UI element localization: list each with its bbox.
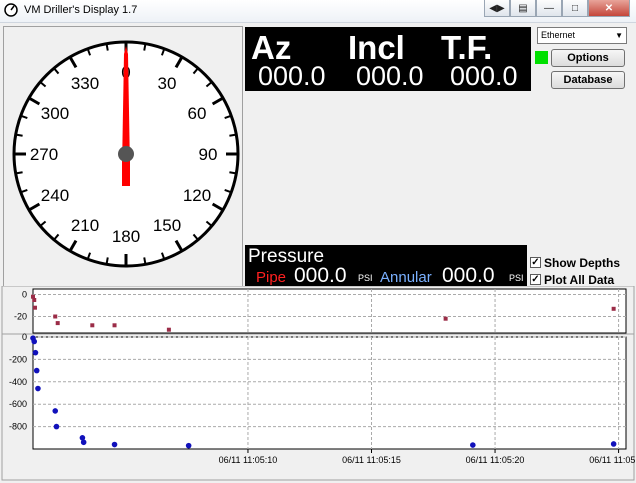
minimize-button[interactable]: — bbox=[536, 0, 562, 17]
depth-point bbox=[53, 314, 58, 319]
plot-all-data-checkbox[interactable]: ✓ Plot All Data bbox=[530, 273, 636, 287]
connection-status-indicator bbox=[535, 51, 548, 64]
pressure-point bbox=[53, 423, 60, 430]
pressure-point bbox=[33, 367, 40, 374]
plot-area bbox=[32, 336, 627, 450]
depth-point bbox=[112, 323, 117, 328]
annular-unit: PSI bbox=[509, 273, 524, 283]
depth-point bbox=[166, 327, 171, 332]
time-series-charts: 0-200-200-400-600-80006/11 11:05:10 06/11… bbox=[1, 286, 636, 481]
pressure-point bbox=[80, 439, 87, 446]
gauge-label: 90 bbox=[199, 145, 218, 164]
gauge-label: 30 bbox=[158, 74, 177, 93]
pressure-point bbox=[111, 441, 118, 448]
gauge-tick bbox=[16, 133, 23, 137]
gauge-tick bbox=[229, 171, 236, 175]
y-tick-label: -400 bbox=[9, 377, 27, 387]
az-value: 000.0 bbox=[258, 61, 326, 91]
y-tick-label: -200 bbox=[9, 354, 27, 364]
pressure-point bbox=[32, 349, 39, 356]
gauge-label: 300 bbox=[41, 104, 69, 123]
show-depths-checkbox[interactable]: ✓ Show Depths bbox=[530, 256, 636, 270]
toolface-gauge: 0306090120150180210240270300330 bbox=[12, 40, 240, 268]
gauge-tick bbox=[229, 133, 236, 137]
plot-area bbox=[32, 288, 627, 334]
database-button[interactable]: Database bbox=[551, 71, 625, 89]
depth-point bbox=[611, 306, 616, 311]
plot-all-data-label: Plot All Data bbox=[544, 273, 615, 287]
gauge-label: 120 bbox=[183, 186, 211, 205]
depth-point bbox=[55, 321, 60, 326]
annular-value: 000.0 bbox=[442, 264, 495, 287]
x-tick-label: 06/11 11:05:15 bbox=[342, 455, 401, 465]
options-button[interactable]: Options bbox=[551, 49, 625, 67]
annular-label: Annular bbox=[380, 269, 432, 286]
orientation-readout: Az Incl T.F. 000.0 000.0 000.0 bbox=[245, 27, 531, 91]
gauge-label: 150 bbox=[153, 216, 181, 235]
gauge-tick bbox=[105, 257, 109, 264]
pressure-point bbox=[52, 408, 59, 414]
close-button[interactable]: ✕ bbox=[588, 0, 630, 17]
gauge-label: 210 bbox=[71, 216, 99, 235]
y-tick-label: -600 bbox=[9, 399, 27, 409]
depth-point bbox=[90, 323, 95, 328]
pipe-label: Pipe bbox=[256, 269, 287, 286]
pressure-point bbox=[185, 442, 192, 449]
y-tick-label: -20 bbox=[14, 312, 27, 322]
x-tick-label: 06/11 11:05:10 bbox=[219, 455, 278, 465]
gauge-label: 270 bbox=[30, 145, 58, 164]
gauge-label: 240 bbox=[41, 186, 69, 205]
gauge-tick bbox=[143, 44, 147, 51]
x-tick-label: 06/11 11:05:25 bbox=[589, 455, 636, 465]
connect-icon[interactable]: ◀▶ bbox=[484, 0, 510, 17]
pressure-point bbox=[31, 338, 38, 345]
connection-select[interactable]: Ethernet ▼ bbox=[537, 27, 627, 44]
checkbox-box[interactable]: ✓ bbox=[530, 274, 541, 285]
checkbox-box[interactable]: ✓ bbox=[530, 257, 541, 268]
y-tick-label: 0 bbox=[22, 290, 27, 300]
title-bar: VM Driller's Display 1.7 ◀▶ ▤ — □ ✕ bbox=[0, 0, 636, 23]
depth-point bbox=[32, 305, 37, 310]
y-tick-label: 0 bbox=[22, 332, 27, 342]
app-icon bbox=[4, 3, 18, 17]
pipe-unit: PSI bbox=[358, 273, 373, 283]
gauge-label: 330 bbox=[71, 74, 99, 93]
pressure-point bbox=[470, 442, 476, 448]
tf-value: 000.0 bbox=[450, 61, 518, 91]
pressure-readout: Pressure Pipe 000.0 PSI Annular 000.0 PS… bbox=[245, 245, 527, 288]
maximize-button[interactable]: □ bbox=[562, 0, 588, 17]
window-title: VM Driller's Display 1.7 bbox=[24, 4, 138, 16]
pressure-point bbox=[610, 441, 617, 447]
connection-select-value: Ethernet bbox=[541, 30, 576, 40]
gauge-tick bbox=[16, 171, 23, 175]
gauge-tick bbox=[143, 257, 147, 264]
gauge-label: 60 bbox=[188, 104, 207, 123]
pressure-point bbox=[35, 385, 41, 392]
chevron-down-icon: ▼ bbox=[615, 31, 623, 40]
x-tick-label: 06/11 11:05:20 bbox=[466, 455, 525, 465]
depth-point bbox=[32, 298, 37, 302]
depth-point bbox=[443, 316, 448, 321]
show-depths-label: Show Depths bbox=[544, 256, 621, 270]
gauge-label: 180 bbox=[112, 227, 140, 246]
gauge-tick bbox=[105, 44, 109, 51]
pin-icon[interactable]: ▤ bbox=[510, 0, 536, 17]
y-tick-label: -800 bbox=[9, 422, 27, 432]
incl-value: 000.0 bbox=[356, 61, 424, 91]
pipe-value: 000.0 bbox=[294, 264, 347, 287]
